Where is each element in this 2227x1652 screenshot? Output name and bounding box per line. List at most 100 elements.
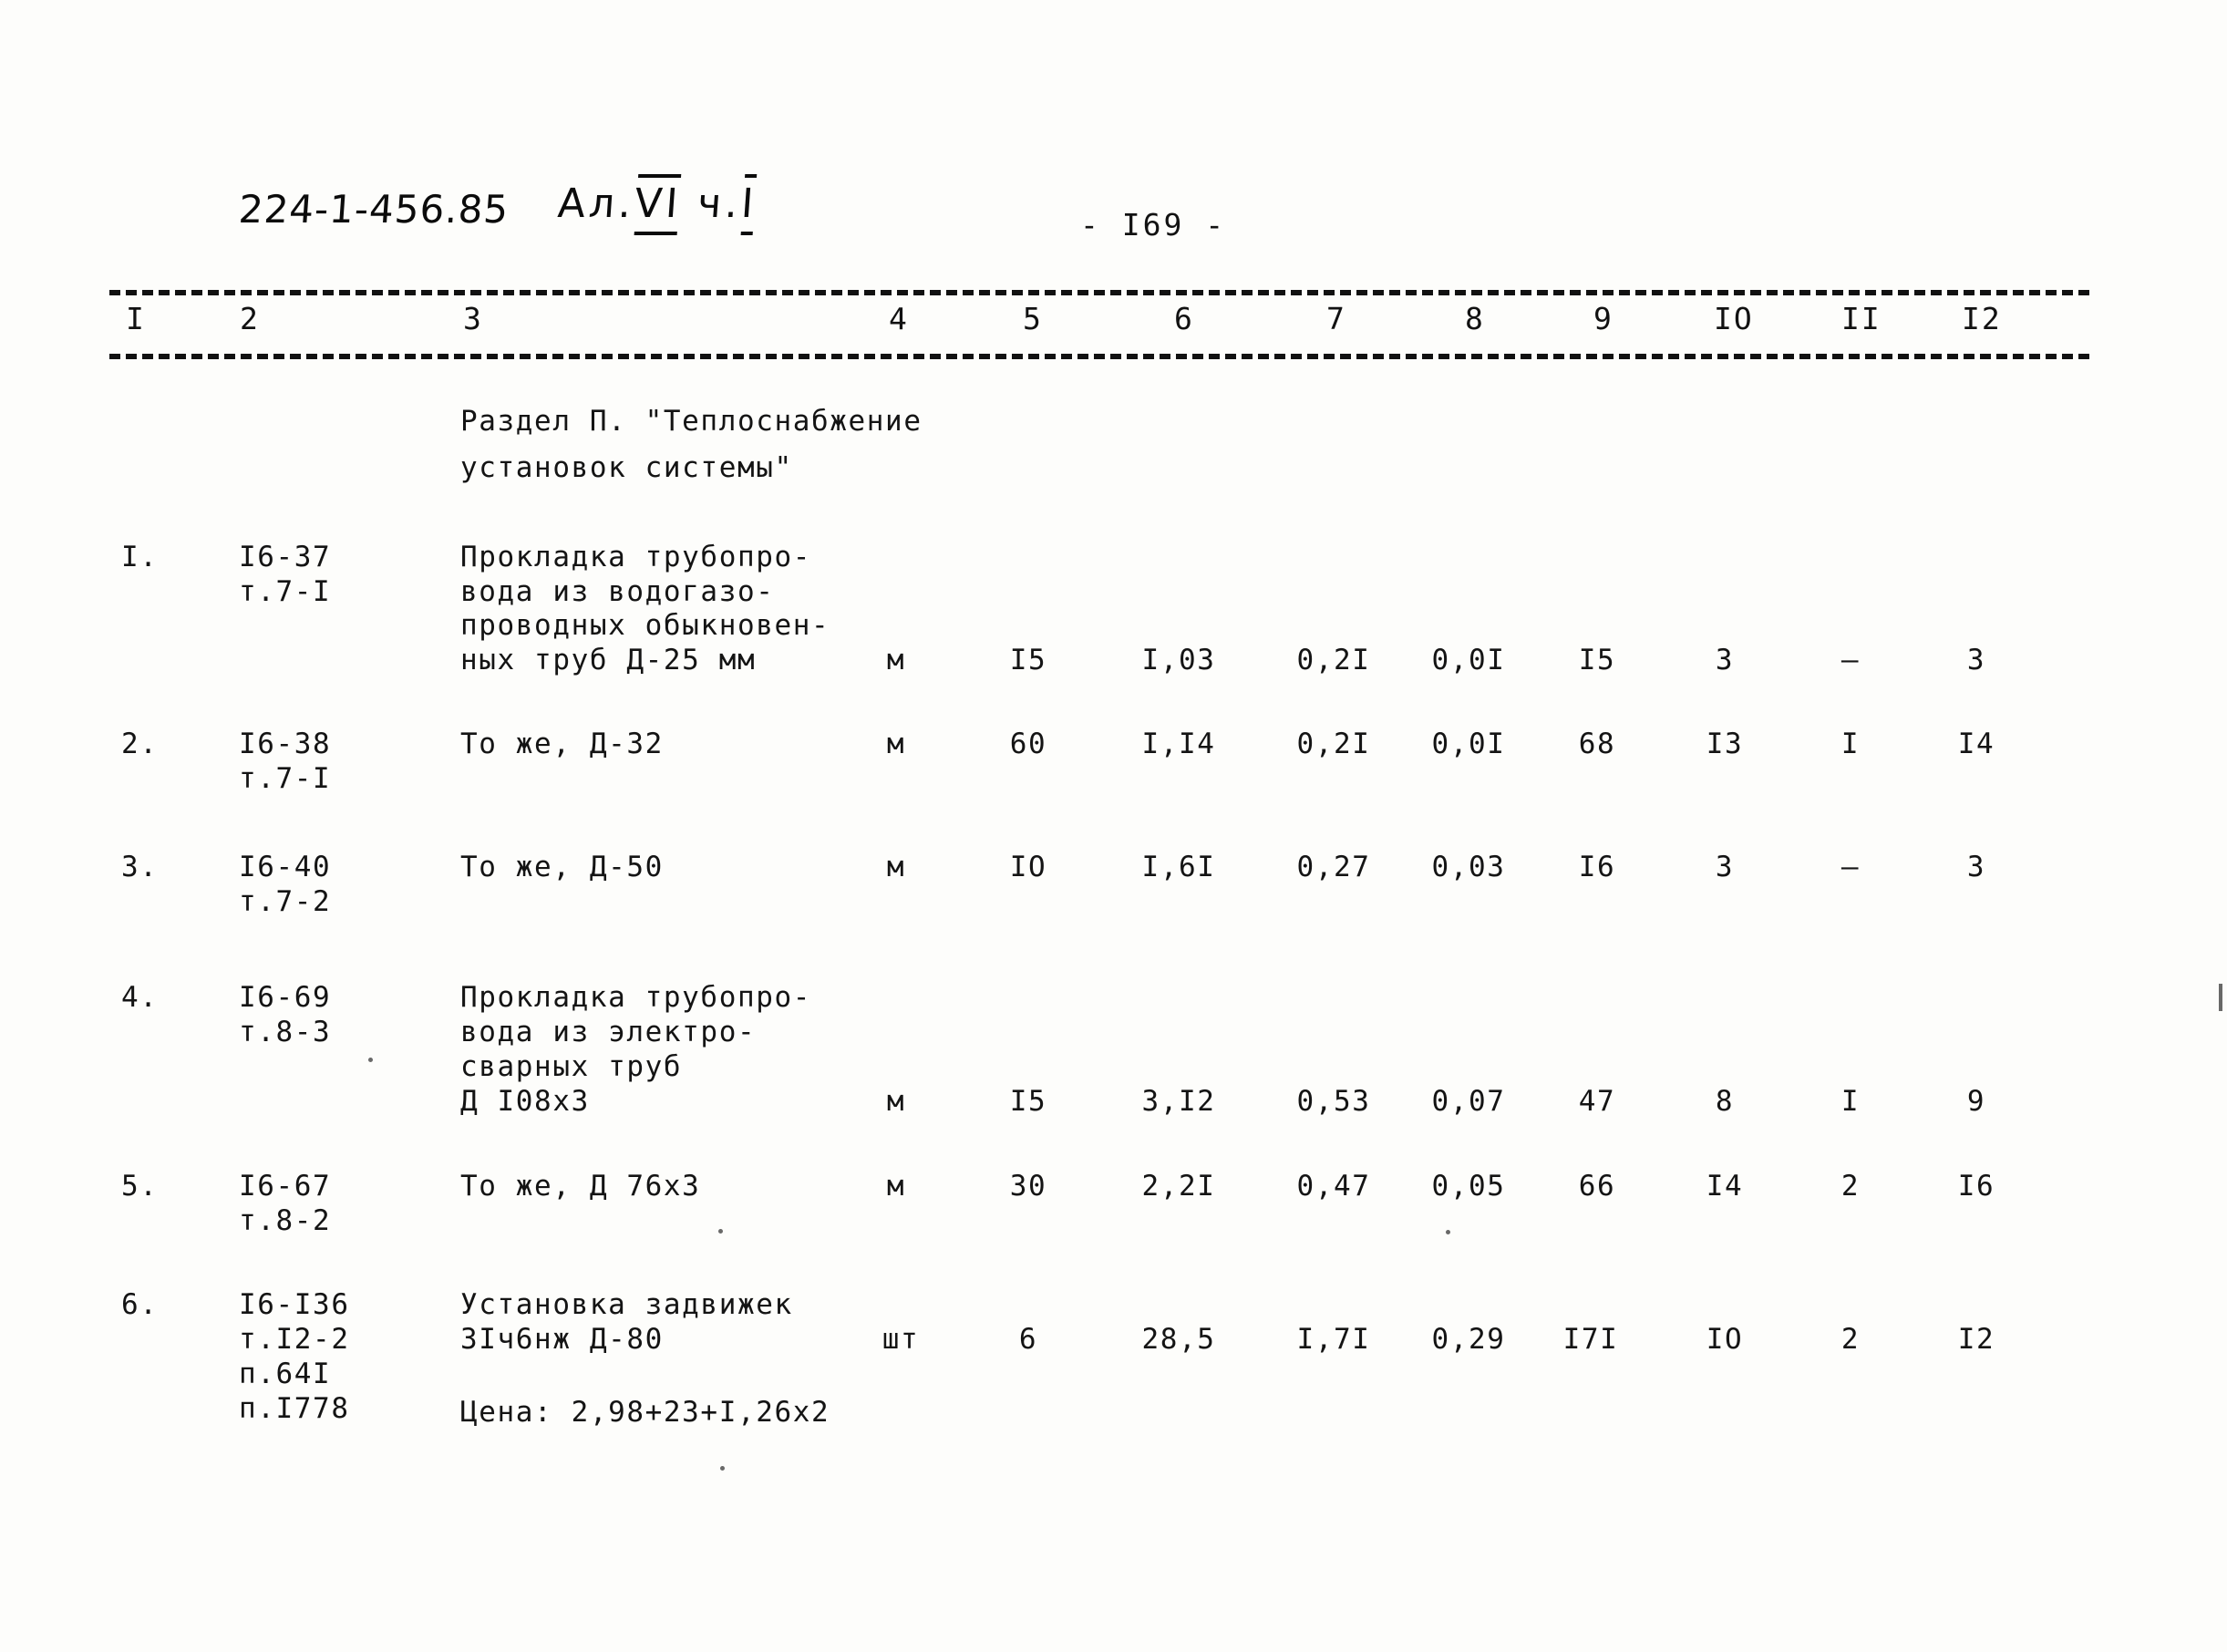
row-col7: 0,53 bbox=[1296, 1085, 1371, 1118]
column-header-7: 7 bbox=[1326, 301, 1346, 336]
row-unit: м bbox=[886, 1170, 906, 1203]
part-prefix: ч. bbox=[696, 181, 744, 227]
row-col7: 0,27 bbox=[1296, 851, 1371, 883]
row-code-1: I6-37 bbox=[239, 541, 332, 573]
row-code-1: I6-38 bbox=[239, 728, 332, 760]
row-col10: I4 bbox=[1706, 1170, 1744, 1203]
row-col8: 0,29 bbox=[1431, 1323, 1506, 1356]
row-col12: 9 bbox=[1966, 1085, 1986, 1118]
row-col7: 0,47 bbox=[1296, 1170, 1371, 1203]
row-unit: шт bbox=[882, 1323, 920, 1356]
column-header-12: I2 bbox=[1962, 301, 2002, 336]
row-qty: 60 bbox=[1009, 728, 1047, 760]
row-col10: 3 bbox=[1715, 644, 1735, 676]
row-col6: 28,5 bbox=[1141, 1323, 1216, 1356]
row-col8: 0,05 bbox=[1431, 1170, 1506, 1203]
row-desc-line: То же, Д-32 bbox=[460, 728, 664, 760]
table-row: 6. bbox=[121, 1288, 159, 1321]
row-col12: I4 bbox=[1957, 728, 1995, 760]
row-qty: I5 bbox=[1009, 1085, 1047, 1118]
row-col9: I5 bbox=[1578, 644, 1616, 676]
row-qty: 6 bbox=[1018, 1323, 1038, 1356]
row-unit: м bbox=[886, 644, 906, 676]
row-col8: 0,03 bbox=[1431, 851, 1506, 883]
section-title-line-1: Раздел П. "Теплоснабжение bbox=[460, 405, 923, 438]
row-code-1: I6-I36 bbox=[239, 1288, 350, 1321]
row-code-2: т.8-2 bbox=[239, 1204, 332, 1237]
row-col10: IO bbox=[1706, 1323, 1744, 1356]
row-col12: I6 bbox=[1957, 1170, 1995, 1203]
row-col11: – bbox=[1840, 851, 1861, 883]
row-col8: 0,0I bbox=[1431, 728, 1506, 760]
row-col11: I bbox=[1840, 728, 1861, 760]
row-col9: 47 bbox=[1578, 1085, 1616, 1118]
row-code-2: т.7-I bbox=[239, 575, 332, 608]
row-col8: 0,0I bbox=[1431, 644, 1506, 676]
column-header-8: 8 bbox=[1465, 301, 1485, 336]
row-col9: 66 bbox=[1578, 1170, 1616, 1203]
row-unit: м bbox=[886, 851, 906, 883]
row-code-4: п.I778 bbox=[239, 1392, 350, 1425]
table-row: I. bbox=[121, 541, 159, 573]
column-header-4: 4 bbox=[889, 301, 909, 336]
column-header-10: IO bbox=[1714, 301, 1754, 336]
row-desc-line: Д I08х3 bbox=[460, 1085, 590, 1118]
row-col7: I,7I bbox=[1296, 1323, 1371, 1356]
row-col11: – bbox=[1840, 644, 1861, 676]
column-header-6: 6 bbox=[1174, 301, 1194, 336]
scan-artifact bbox=[718, 1229, 723, 1234]
row-col11: I bbox=[1840, 1085, 1861, 1118]
row-col11: 2 bbox=[1840, 1323, 1861, 1356]
row-desc-line: Прокладка трубопро- bbox=[460, 981, 812, 1014]
row-code-3: п.64I bbox=[239, 1358, 332, 1390]
row-col6: I,I4 bbox=[1141, 728, 1216, 760]
table-row: 4. bbox=[121, 981, 159, 1014]
row-col9: I6 bbox=[1578, 851, 1616, 883]
page-number: - I69 - bbox=[1080, 207, 1227, 243]
row-col11: 2 bbox=[1840, 1170, 1861, 1203]
row-desc-line: То же, Д 76х3 bbox=[460, 1170, 701, 1203]
row-unit: м bbox=[886, 1085, 906, 1118]
column-header-11: II bbox=[1841, 301, 1882, 336]
row-desc-line: 3Iч6нж Д-80 bbox=[460, 1323, 664, 1356]
row-col10: 8 bbox=[1715, 1085, 1735, 1118]
row-desc-line: вода из водогазо- bbox=[460, 575, 775, 608]
row-code-2: т.7-I bbox=[239, 762, 332, 795]
row-code-1: I6-69 bbox=[239, 981, 332, 1014]
table-bottom-rule bbox=[109, 354, 2089, 359]
row-col12: 3 bbox=[1966, 644, 1986, 676]
row-desc-line: сварных труб bbox=[460, 1050, 683, 1083]
row-code-2: т.8-3 bbox=[239, 1016, 332, 1048]
row-code-2: т.7-2 bbox=[239, 885, 332, 918]
part-number: I bbox=[739, 181, 759, 227]
column-header-5: 5 bbox=[1023, 301, 1043, 336]
row-col7: 0,2I bbox=[1296, 644, 1371, 676]
album-roman-numeral: VI bbox=[633, 181, 684, 227]
row-col8: 0,07 bbox=[1431, 1085, 1506, 1118]
row-col9: 68 bbox=[1578, 728, 1616, 760]
scan-artifact bbox=[1446, 1230, 1450, 1234]
row-qty: IO bbox=[1009, 851, 1047, 883]
row-unit: м bbox=[886, 728, 906, 760]
row-desc-line: Прокладка трубопро- bbox=[460, 541, 812, 573]
row-price-note: Цена: 2,98+23+I,26х2 bbox=[460, 1396, 830, 1429]
handwritten-album-annotation: Ал.VI ч.I bbox=[556, 181, 758, 227]
handwritten-project-code: 224-1-456.85 bbox=[237, 187, 510, 232]
column-header-9: 9 bbox=[1593, 301, 1614, 336]
section-title-line-2: установок системы" bbox=[460, 451, 793, 484]
row-col10: I3 bbox=[1706, 728, 1744, 760]
column-header-1: I bbox=[126, 301, 146, 336]
row-col6: I,03 bbox=[1141, 644, 1216, 676]
column-header-2: 2 bbox=[240, 301, 260, 336]
row-col6: 3,I2 bbox=[1141, 1085, 1216, 1118]
scan-artifact bbox=[2219, 984, 2222, 1011]
row-code-1: I6-67 bbox=[239, 1170, 332, 1203]
row-col6: 2,2I bbox=[1141, 1170, 1216, 1203]
document-page: 224-1-456.85 Ал.VI ч.I - I69 - I 2 3 4 5… bbox=[0, 0, 2227, 1652]
row-qty: 30 bbox=[1009, 1170, 1047, 1203]
row-desc-line: проводных обыкновен- bbox=[460, 609, 830, 642]
table-row: 5. bbox=[121, 1170, 159, 1203]
scan-artifact bbox=[368, 1058, 373, 1062]
row-desc-line: вода из электро- bbox=[460, 1016, 757, 1048]
row-desc-line: То же, Д-50 bbox=[460, 851, 664, 883]
